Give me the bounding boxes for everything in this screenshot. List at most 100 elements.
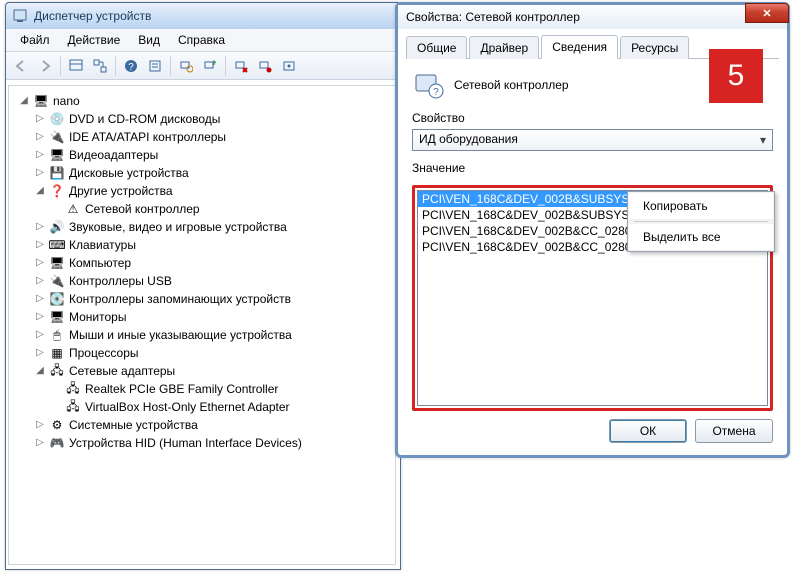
tree-label: Устройства HID (Human Interface Devices) xyxy=(69,436,302,450)
expand-icon[interactable]: ▷ xyxy=(33,238,47,252)
tab-driver[interactable]: Драйвер xyxy=(469,36,539,59)
tree-node[interactable]: ▷🖱Мыши и иные указывающие устройства xyxy=(11,326,391,344)
expand-icon[interactable]: ▷ xyxy=(33,328,47,342)
nic-icon: 🖧 xyxy=(65,381,81,397)
expand-icon[interactable]: ▷ xyxy=(33,130,47,144)
devices-by-connection-icon[interactable] xyxy=(89,55,111,77)
tab-details[interactable]: Сведения xyxy=(541,35,618,59)
expand-icon[interactable]: ▷ xyxy=(33,166,47,180)
properties-dialog: ✕ Свойства: Сетевой контроллер Общие Дра… xyxy=(395,2,790,458)
forward-button[interactable] xyxy=(34,55,56,77)
value-label: Значение xyxy=(412,161,773,175)
disk-icon: 💾 xyxy=(49,165,65,181)
tree-label: Дисковые устройства xyxy=(69,166,189,180)
menu-file[interactable]: Файл xyxy=(12,31,58,49)
expand-icon[interactable]: ▷ xyxy=(33,418,47,432)
context-menu: Копировать Выделить все xyxy=(627,191,775,252)
tree-node-network-adapters[interactable]: ◢🖧 Сетевые адаптеры xyxy=(11,362,391,380)
nic-icon: 🖧 xyxy=(65,399,81,415)
properties-icon[interactable] xyxy=(144,55,166,77)
tree-node[interactable]: ▷🔌IDE ATA/ATAPI контроллеры xyxy=(11,128,391,146)
dialog-buttons: ОК Отмена xyxy=(609,419,773,443)
device-tree[interactable]: ◢ 🖥 nano ▷💿DVD и CD-ROM дисководы ▷🔌IDE … xyxy=(8,85,396,565)
expand-icon[interactable]: ▷ xyxy=(33,112,47,126)
tree-node[interactable]: ▷🖥Мониторы xyxy=(11,308,391,326)
update-driver-icon[interactable] xyxy=(199,55,221,77)
menu-view[interactable]: Вид xyxy=(130,31,168,49)
tree-node[interactable]: ▷💾 Дисковые устройства xyxy=(11,164,391,182)
disable-icon[interactable] xyxy=(254,55,276,77)
show-hidden-icon[interactable] xyxy=(278,55,300,77)
tree-root[interactable]: ◢ 🖥 nano xyxy=(11,92,391,110)
devices-by-type-icon[interactable] xyxy=(65,55,87,77)
context-select-all[interactable]: Выделить все xyxy=(629,224,773,250)
cpu-icon: ▦ xyxy=(49,345,65,361)
close-button[interactable]: ✕ xyxy=(745,3,789,23)
menubar: Файл Действие Вид Справка xyxy=(6,29,400,52)
tree-label: Контроллеры USB xyxy=(69,274,172,288)
ok-button[interactable]: ОК xyxy=(609,419,687,443)
device-name: Сетевой контроллер xyxy=(454,78,569,92)
property-combobox[interactable]: ИД оборудования xyxy=(412,129,773,151)
expand-icon[interactable]: ▷ xyxy=(33,220,47,234)
mouse-icon: 🖱 xyxy=(49,327,65,343)
cancel-button[interactable]: Отмена xyxy=(695,419,773,443)
tree-node[interactable]: ▷⌨Клавиатуры xyxy=(11,236,391,254)
tree-node[interactable]: ▷💽Контроллеры запоминающих устройств xyxy=(11,290,391,308)
system-icon: ⚙ xyxy=(49,417,65,433)
tree-label: Мониторы xyxy=(69,310,126,324)
tree-node[interactable]: 🖧 VirtualBox Host-Only Ethernet Adapter xyxy=(11,398,391,416)
collapse-icon[interactable]: ◢ xyxy=(33,364,47,378)
net-icon: 🖧 xyxy=(49,363,65,379)
video-icon: 🖥 xyxy=(49,147,65,163)
tree-label: VirtualBox Host-Only Ethernet Adapter xyxy=(85,400,290,414)
tree-node-network-controller[interactable]: ⚠Сетевой контроллер xyxy=(11,200,391,218)
usb-icon: 🔌 xyxy=(49,273,65,289)
window-title: Диспетчер устройств xyxy=(34,9,151,23)
tree-node[interactable]: ▷🖥 Видеоадаптеры xyxy=(11,146,391,164)
tree-node[interactable]: 🖧Realtek PCIe GBE Family Controller xyxy=(11,380,391,398)
collapse-icon[interactable]: ◢ xyxy=(33,184,47,198)
other-icon: ❓ xyxy=(49,183,65,199)
tree-node-other-devices[interactable]: ◢❓Другие устройства xyxy=(11,182,391,200)
computer-icon: 🖥 xyxy=(49,255,65,271)
dialog-titlebar[interactable]: Свойства: Сетевой контроллер xyxy=(398,5,787,29)
collapse-icon[interactable]: ◢ xyxy=(17,94,31,108)
tab-resources[interactable]: Ресурсы xyxy=(620,36,689,59)
tree-node[interactable]: ▷💿DVD и CD-ROM дисководы xyxy=(11,110,391,128)
expand-icon[interactable]: ▷ xyxy=(33,436,47,450)
expand-icon[interactable]: ▷ xyxy=(33,310,47,324)
context-separator xyxy=(634,221,768,222)
tree-node[interactable]: ▷▦Процессоры xyxy=(11,344,391,362)
tree-node[interactable]: ▷🔊Звуковые, видео и игровые устройства xyxy=(11,218,391,236)
uninstall-icon[interactable] xyxy=(230,55,252,77)
tree-label: Системные устройства xyxy=(69,418,198,432)
expand-icon[interactable]: ▷ xyxy=(33,274,47,288)
tree-label: Сетевые адаптеры xyxy=(69,364,175,378)
tab-general[interactable]: Общие xyxy=(406,36,467,59)
tree-label: Сетевой контроллер xyxy=(85,202,200,216)
tree-node[interactable]: ▷⚙ Системные устройства xyxy=(11,416,391,434)
svg-text:?: ? xyxy=(128,62,134,73)
expand-icon[interactable]: ▷ xyxy=(33,148,47,162)
scan-hardware-icon[interactable] xyxy=(175,55,197,77)
menu-help[interactable]: Справка xyxy=(170,31,233,49)
hid-icon: 🎮 xyxy=(49,435,65,451)
expand-icon[interactable]: ▷ xyxy=(33,346,47,360)
context-copy[interactable]: Копировать xyxy=(629,193,773,219)
menu-action[interactable]: Действие xyxy=(60,31,129,49)
sound-icon: 🔊 xyxy=(49,219,65,235)
tree-label: Видеоадаптеры xyxy=(69,148,158,162)
tree-node[interactable]: ▷🖥Компьютер xyxy=(11,254,391,272)
keyboard-icon: ⌨ xyxy=(49,237,65,253)
titlebar[interactable]: Диспетчер устройств xyxy=(6,3,400,29)
app-icon xyxy=(12,8,28,24)
expand-icon[interactable]: ▷ xyxy=(33,256,47,270)
tree-node[interactable]: ▷🎮 Устройства HID (Human Interface Device… xyxy=(11,434,391,452)
help-icon[interactable]: ? xyxy=(120,55,142,77)
computer-icon: 🖥 xyxy=(33,93,49,109)
tree-root-label: nano xyxy=(53,94,80,108)
expand-icon[interactable]: ▷ xyxy=(33,292,47,306)
back-button[interactable] xyxy=(10,55,32,77)
tree-node[interactable]: ▷🔌 Контроллеры USB xyxy=(11,272,391,290)
